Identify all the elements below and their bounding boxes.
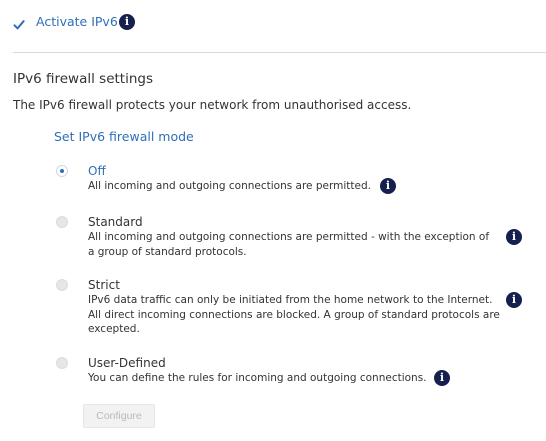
info-icon[interactable]: i (119, 14, 135, 30)
option-desc-off: All incoming and outgoing connections ar… (88, 180, 371, 192)
info-icon[interactable]: i (506, 292, 522, 308)
option-desc-user-defined: You can define the rules for incoming an… (88, 372, 427, 384)
divider (13, 52, 546, 53)
info-icon[interactable]: i (380, 178, 396, 194)
activate-ipv6-checkbox[interactable] (13, 16, 25, 30)
activate-ipv6-label[interactable]: Activate IPv6 (36, 14, 118, 30)
configure-button[interactable]: Configure (83, 404, 155, 428)
checkmark-icon (13, 20, 25, 30)
option-desc-strict-line1: IPv6 data traffic can only be initiated … (88, 294, 493, 306)
option-label-off[interactable]: Off (88, 163, 106, 179)
option-label-strict[interactable]: Strict (88, 277, 120, 293)
option-desc-standard-line2: a group of standard protocols. (88, 246, 247, 258)
section-description: The IPv6 firewall protects your network … (13, 98, 412, 112)
section-title: IPv6 firewall settings (13, 71, 153, 87)
option-desc-strict-line2: All direct incoming connections are bloc… (88, 309, 500, 321)
firewall-mode-title: Set IPv6 firewall mode (54, 129, 194, 144)
radio-user-defined[interactable] (56, 357, 68, 369)
option-label-user-defined[interactable]: User-Defined (88, 355, 166, 371)
info-icon[interactable]: i (506, 229, 522, 245)
option-desc-strict-line3: excepted. (88, 323, 140, 335)
option-desc-standard-line1: All incoming and outgoing connections ar… (88, 231, 490, 243)
info-icon[interactable]: i (434, 370, 450, 386)
radio-standard[interactable] (56, 216, 68, 228)
option-label-standard[interactable]: Standard (88, 214, 143, 230)
radio-off[interactable] (56, 165, 68, 177)
radio-strict[interactable] (56, 279, 68, 291)
